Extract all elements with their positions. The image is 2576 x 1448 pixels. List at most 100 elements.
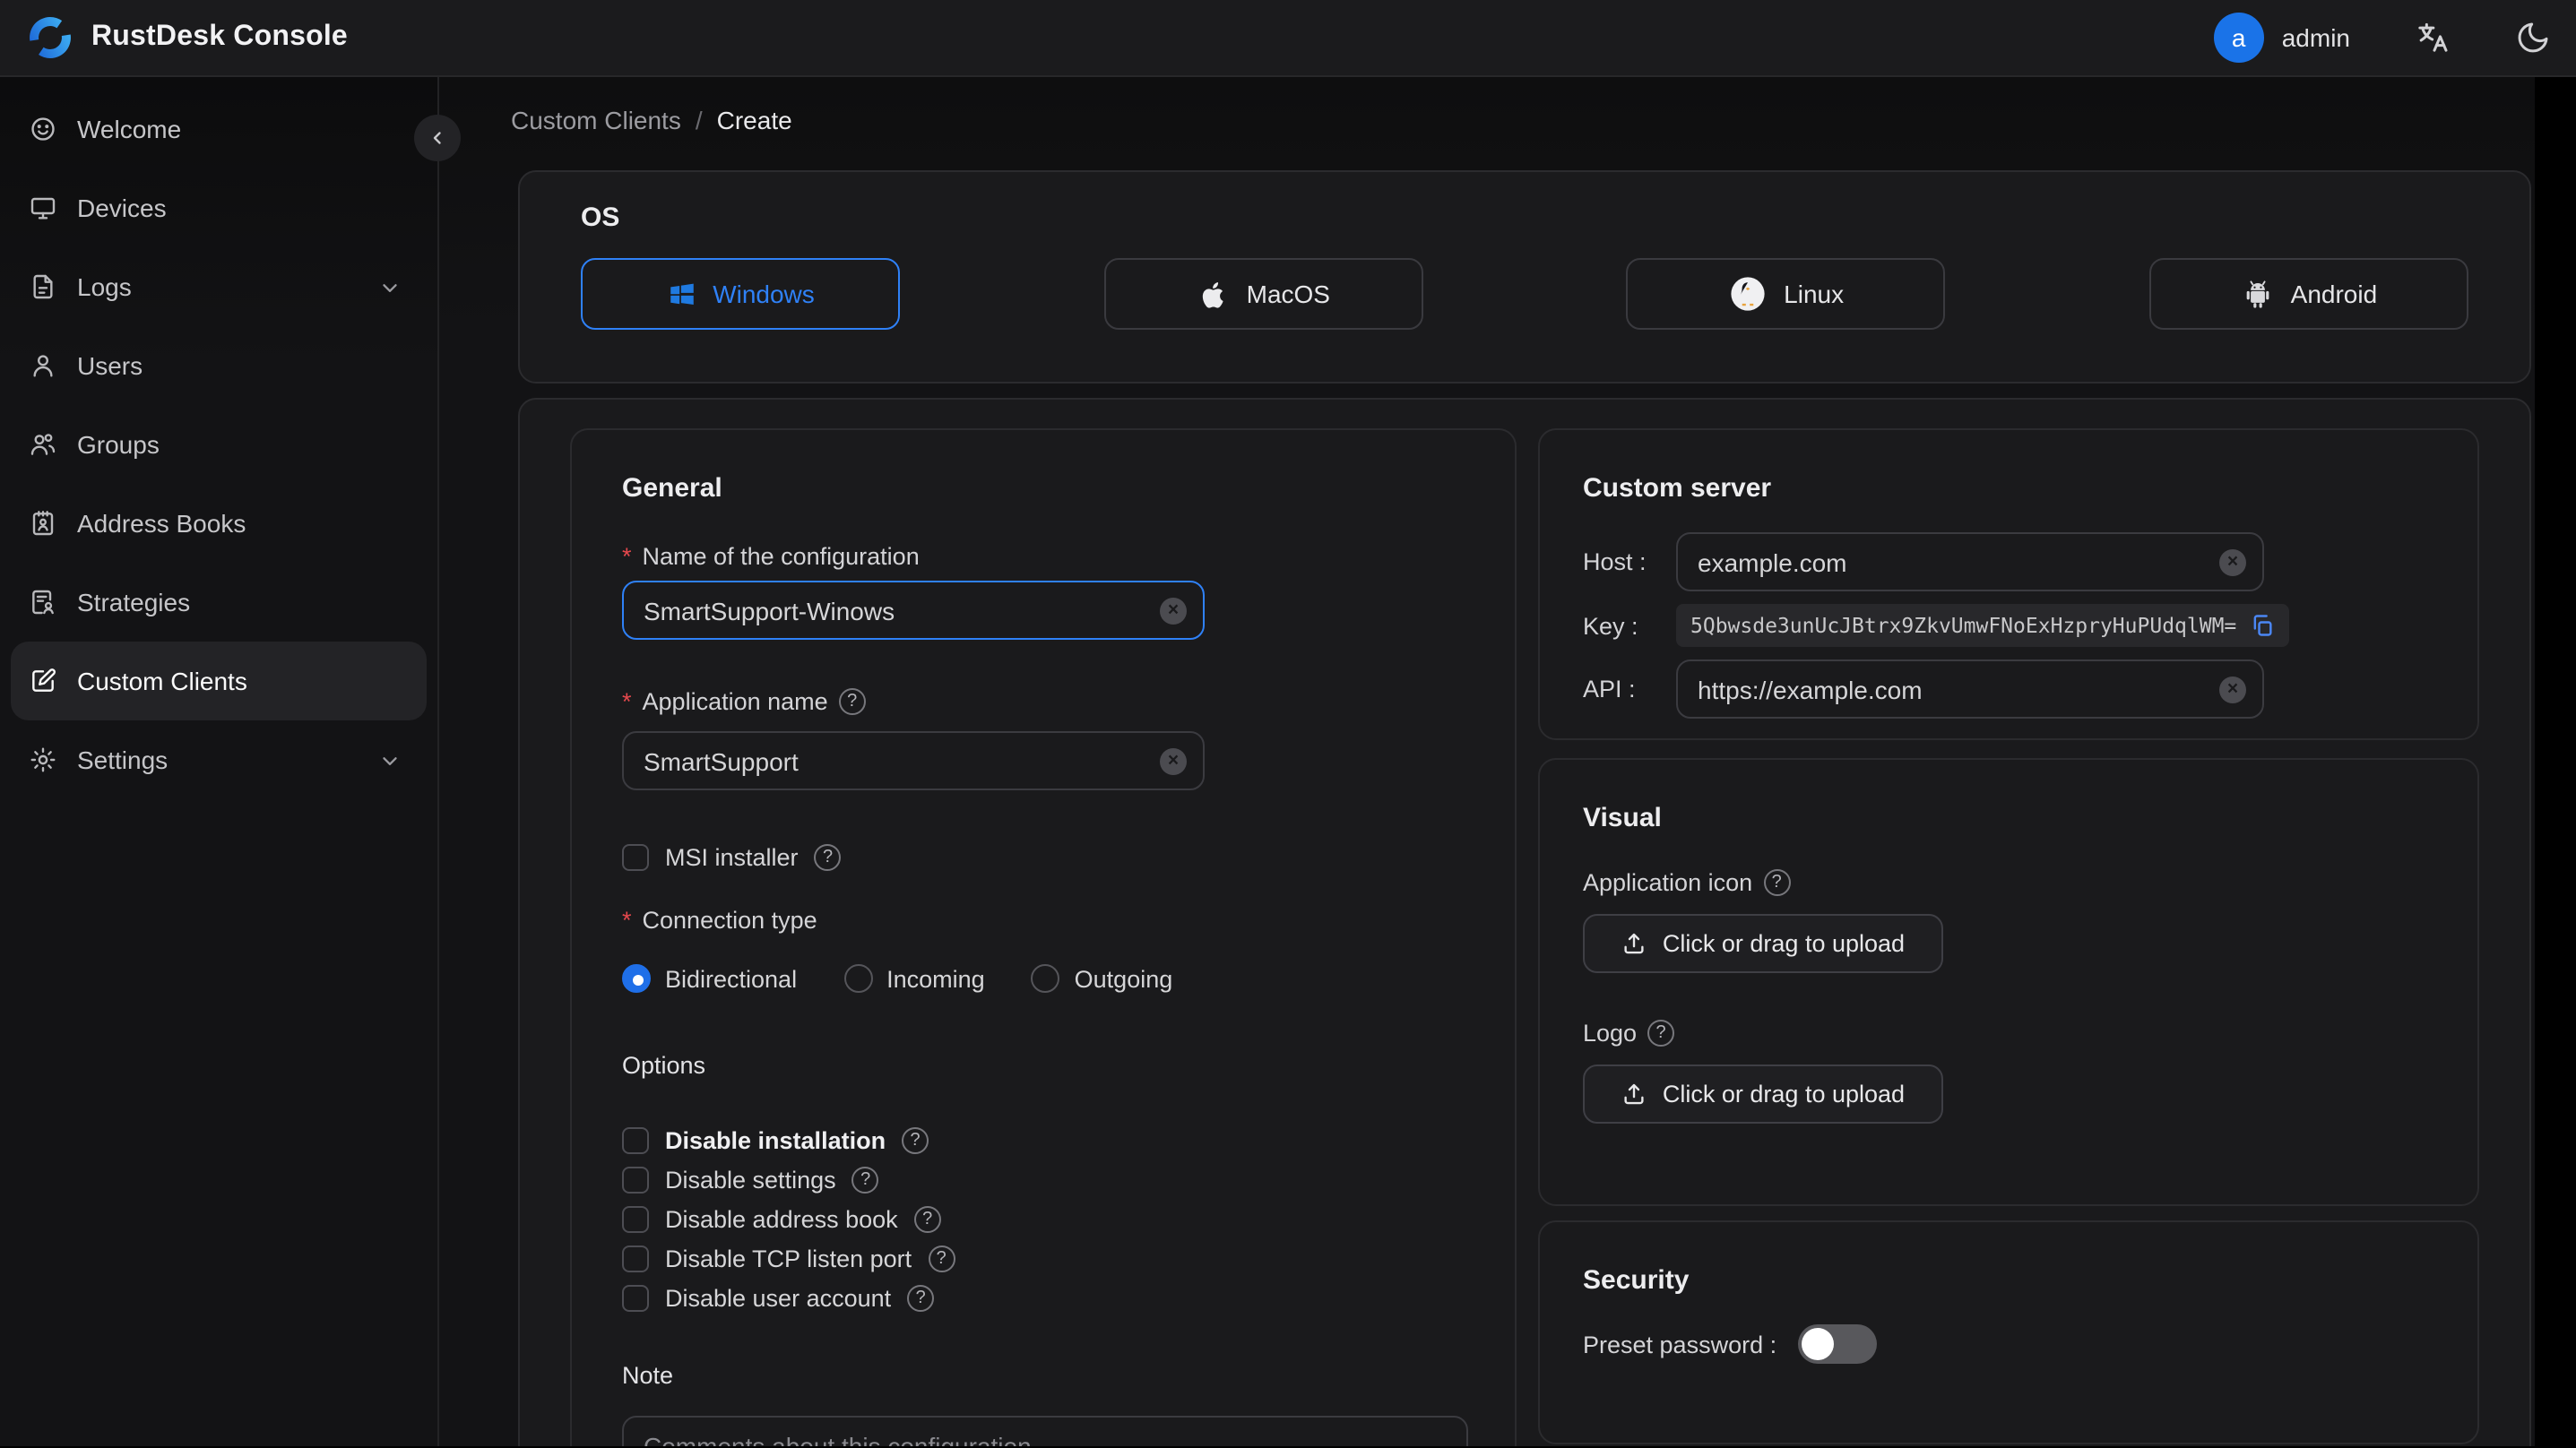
general-title: General: [622, 473, 722, 504]
sidebar-item-settings[interactable]: Settings: [11, 720, 427, 799]
os-button-linux[interactable]: Linux: [1626, 258, 1946, 330]
linux-penguin-icon: [1731, 277, 1765, 311]
custom-server-title: Custom server: [1583, 473, 1772, 504]
disable-address-book-checkbox[interactable]: [622, 1205, 649, 1232]
application-icon-upload-button[interactable]: Click or drag to upload: [1583, 914, 1943, 973]
clear-icon[interactable]: ×: [1160, 747, 1187, 774]
toggle-knob: [1802, 1328, 1835, 1360]
help-icon[interactable]: [1647, 1020, 1675, 1047]
app-name-label: Application name: [622, 688, 1465, 715]
sidebar-item-devices[interactable]: Devices: [11, 168, 427, 247]
smiley-icon: [31, 117, 55, 141]
clear-icon[interactable]: ×: [2219, 676, 2246, 702]
logo-upload-button[interactable]: Click or drag to upload: [1583, 1064, 1943, 1124]
gear-icon: [30, 747, 56, 772]
sidebar-item-label: Users: [77, 351, 143, 380]
option-disable-tcp-listen-port: Disable TCP listen port: [622, 1238, 1465, 1278]
msi-installer-checkbox[interactable]: [622, 843, 649, 870]
help-icon[interactable]: [913, 1205, 941, 1232]
note-textarea[interactable]: [622, 1416, 1468, 1446]
option-disable-address-book: Disable address book: [622, 1199, 1465, 1238]
sidebar-item-address-books[interactable]: Address Books: [11, 484, 427, 563]
android-robot-icon: [2246, 280, 2269, 307]
os-button-label: Windows: [713, 280, 815, 308]
visual-panel: Visual Application icon Click or drag to…: [1538, 758, 2479, 1206]
sidebar-item-strategies[interactable]: Strategies: [11, 563, 427, 642]
sidebar-item-label: Strategies: [77, 588, 191, 616]
connection-type-radios: Bidirectional Incoming Outgoing: [622, 964, 1465, 993]
os-button-android[interactable]: Android: [2148, 258, 2468, 330]
upload-label: Click or drag to upload: [1662, 930, 1906, 957]
clear-icon[interactable]: ×: [2219, 548, 2246, 575]
dark-mode-icon[interactable]: [2515, 20, 2551, 56]
sidebar-item-welcome[interactable]: Welcome: [11, 90, 427, 168]
option-disable-user-account: Disable user account: [622, 1278, 1465, 1317]
logo-label: Logo: [1583, 1020, 2434, 1047]
host-label: Host :: [1583, 548, 1647, 575]
option-disable-installation: Disable installation: [622, 1120, 1465, 1159]
disable-tcp-listen-port-checkbox[interactable]: [622, 1245, 649, 1271]
sidebar-item-logs[interactable]: Logs: [11, 247, 427, 326]
logs-file-icon: [33, 274, 53, 299]
radio-bidirectional[interactable]: Bidirectional: [622, 964, 797, 993]
sidebar-item-label: Settings: [77, 746, 169, 774]
key-row: Key : 5Qbwsde3unUcJBtrx9ZkvUmwFNoExHzpry…: [1583, 604, 2434, 647]
sidebar-collapse-button[interactable]: [414, 115, 461, 161]
help-icon[interactable]: [814, 843, 842, 870]
custom-server-panel: Custom server Host : × Key :: [1538, 428, 2479, 740]
sidebar-item-label: Groups: [77, 430, 160, 459]
radio-incoming[interactable]: Incoming: [843, 964, 985, 993]
strategy-document-icon: [32, 590, 54, 615]
config-name-input[interactable]: [624, 596, 1203, 625]
right-column: Custom server Host : × Key :: [1538, 428, 2479, 1444]
copy-icon[interactable]: [2249, 613, 2274, 638]
brand: RustDesk Console: [27, 14, 348, 61]
os-title: OS: [581, 203, 620, 233]
security-panel: Security Preset password :: [1538, 1220, 2479, 1444]
note-label: Note: [622, 1362, 674, 1389]
edit-square-icon: [32, 668, 56, 692]
windows-icon: [670, 282, 693, 305]
users-group-icon: [30, 434, 56, 455]
os-card: OS Windows MacOS Linux Android: [518, 170, 2531, 384]
user-name[interactable]: admin: [2282, 23, 2350, 52]
app-name-input[interactable]: [624, 746, 1203, 775]
sidebar-item-groups[interactable]: Groups: [11, 405, 427, 484]
language-icon[interactable]: [2415, 20, 2451, 56]
preset-password-toggle[interactable]: [1798, 1324, 1878, 1364]
chevron-down-icon: [378, 275, 402, 298]
key-label: Key :: [1583, 612, 1638, 639]
disable-installation-checkbox[interactable]: [622, 1126, 649, 1153]
help-icon[interactable]: [1763, 869, 1791, 896]
disable-user-account-checkbox[interactable]: [622, 1284, 649, 1311]
disable-settings-checkbox[interactable]: [622, 1166, 649, 1193]
key-value: 5Qbwsde3unUcJBtrx9ZkvUmwFNoExHzpryHuPUdq…: [1690, 613, 2237, 638]
sidebar-item-label: Devices: [77, 194, 167, 222]
main-content: Custom Clients / Create OS Windows MacOS…: [439, 77, 2535, 1446]
api-input[interactable]: [1678, 675, 2262, 703]
scroll-gutter[interactable]: [2535, 77, 2576, 1446]
options-list: Disable installation Disable settings Di: [622, 1120, 1465, 1317]
host-input[interactable]: [1678, 547, 2262, 576]
upload-icon: [1625, 1083, 1645, 1105]
help-icon[interactable]: [928, 1245, 955, 1271]
os-button-windows[interactable]: Windows: [581, 258, 900, 330]
address-book-icon: [32, 511, 54, 536]
os-button-macos[interactable]: MacOS: [1103, 258, 1423, 330]
help-icon[interactable]: [907, 1284, 935, 1311]
help-icon[interactable]: [902, 1126, 929, 1153]
radio-dot: [1031, 964, 1060, 993]
radio-outgoing[interactable]: Outgoing: [1031, 964, 1172, 993]
help-icon[interactable]: [851, 1166, 879, 1193]
config-name-label: Name of the configuration: [622, 543, 1465, 570]
breadcrumb-custom-clients[interactable]: Custom Clients: [511, 106, 681, 134]
preset-password-row: Preset password :: [1583, 1324, 2434, 1364]
sidebar-item-label: Custom Clients: [77, 667, 247, 695]
host-row: Host : ×: [1583, 532, 2434, 591]
sidebar-item-users[interactable]: Users: [11, 326, 427, 405]
avatar[interactable]: a: [2213, 13, 2264, 63]
clear-icon[interactable]: ×: [1160, 597, 1187, 624]
sidebar-item-custom-clients[interactable]: Custom Clients: [11, 642, 427, 720]
rustdesk-logo-icon: [27, 14, 73, 61]
help-icon[interactable]: [838, 688, 866, 715]
